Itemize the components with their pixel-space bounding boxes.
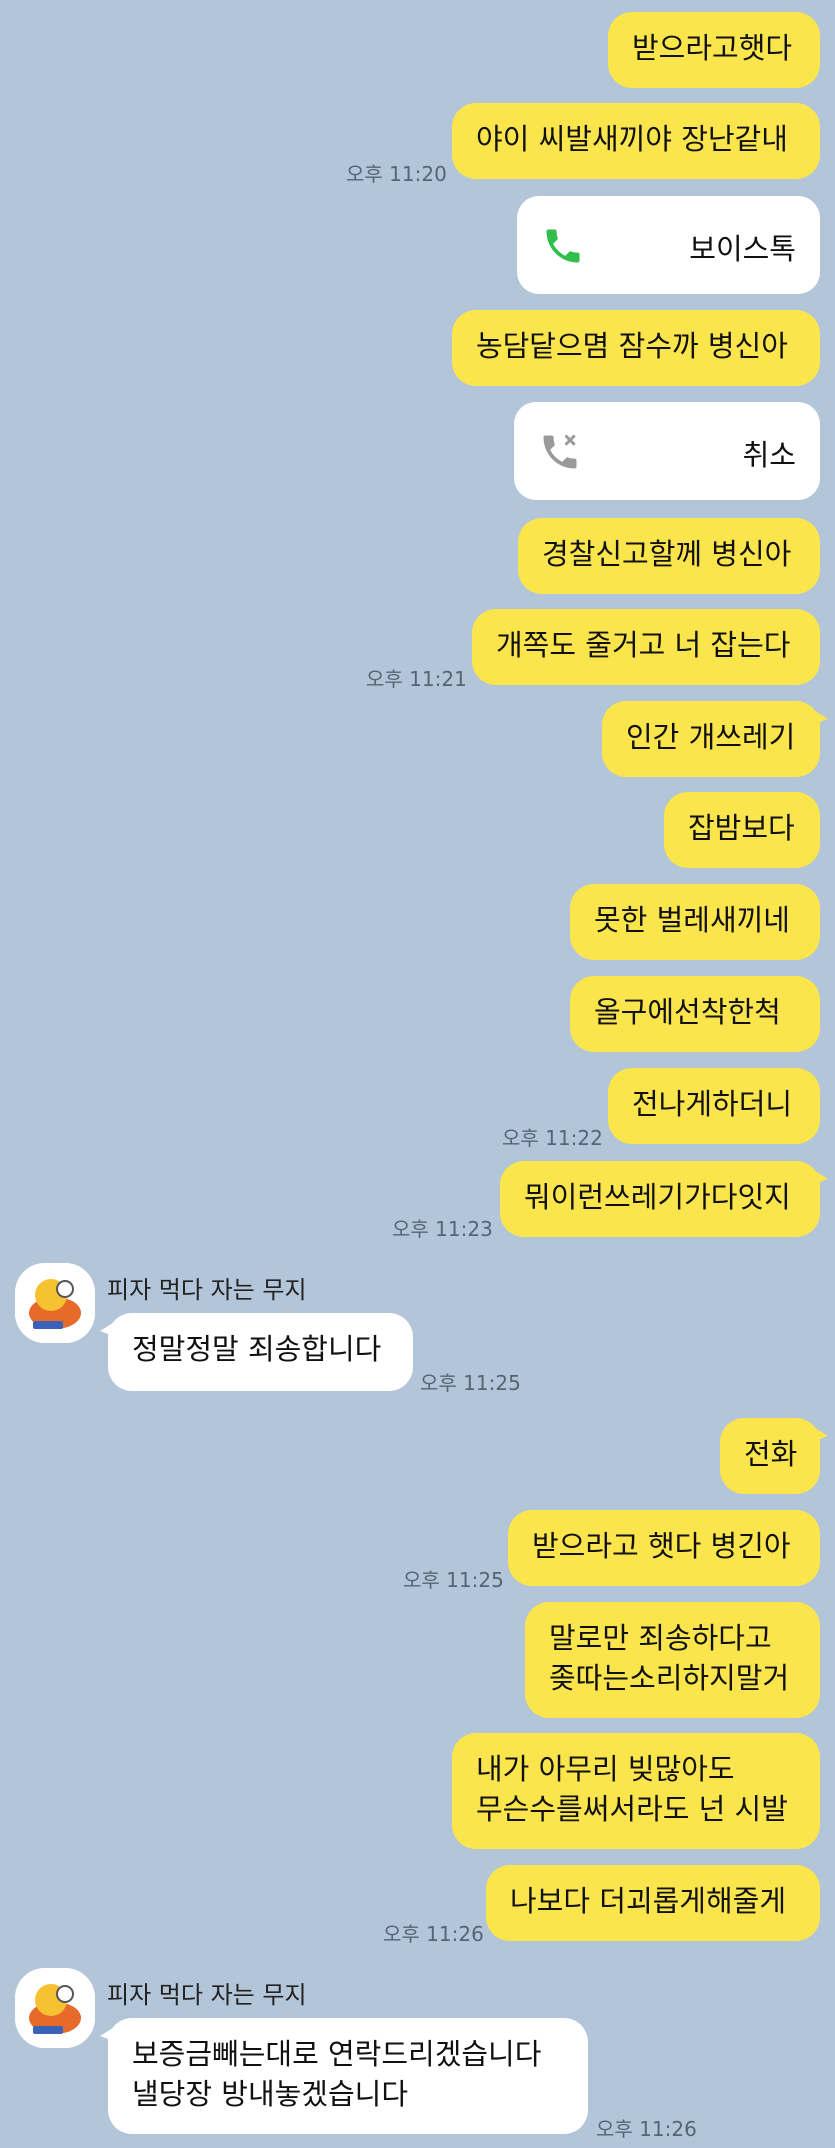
message-bubble: 개쪽도 줄거고 너 잡는다 xyxy=(472,609,820,685)
message-bubble: 야이 씨발새끼야 장난같내 xyxy=(452,103,820,179)
avatar-image xyxy=(15,1263,95,1343)
message-line: 내가 아무리 빚많아도 xyxy=(476,1752,735,1786)
cancelled-call-label: 취소 xyxy=(742,438,796,472)
message-bubble: 받으라고 햇다 병긴아 xyxy=(508,1510,820,1586)
timestamp: 오후 11:22 xyxy=(502,1126,603,1150)
message-bubble: 잡밤보다 xyxy=(664,792,820,868)
timestamp: 오후 11:23 xyxy=(392,1217,493,1241)
message-bubble: 보증금빼는대로 연락드리겠습니다 낼당장 방내놓겠습니다 xyxy=(100,2018,588,2134)
timestamp: 오후 11:26 xyxy=(383,1922,484,1946)
message-bubble: 받으라고햇다 xyxy=(608,12,820,88)
message-bubble: 전화 xyxy=(720,1418,828,1494)
timestamp: 오후 11:21 xyxy=(366,667,467,691)
phone-icon xyxy=(541,224,585,268)
voice-call-label: 보이스톡 xyxy=(689,232,796,266)
message-bubble: 내가 아무리 빚많아도 무슨수를써서라도 넌 시발 xyxy=(452,1733,820,1849)
message-line: 좆따는소리하지말거 xyxy=(549,1661,790,1695)
cancelled-call-card[interactable]: 취소 xyxy=(514,402,820,500)
chat-area: 받으라고햇다 오후 11:20 야이 씨발새끼야 장난같내 보이스톡 농담닽으몀… xyxy=(0,0,835,2148)
timestamp: 오후 11:20 xyxy=(346,162,447,186)
message-bubble: 나보다 더괴롭게해줄게 xyxy=(486,1865,820,1941)
message-bubble: 경찰신고할께 병신아 xyxy=(518,518,820,594)
message-bubble: 정말정말 죄송합니다 xyxy=(100,1313,413,1391)
voice-call-card[interactable]: 보이스톡 xyxy=(517,196,820,294)
message-bubble: 올구에선착한척 xyxy=(570,976,820,1052)
message-line: 낼당장 방내놓겠습니다 xyxy=(132,2077,409,2111)
message-bubble: 인간 개쓰레기 xyxy=(602,701,828,777)
timestamp: 오후 11:25 xyxy=(403,1568,504,1592)
message-bubble: 뭐이런쓰레기가다잇지 xyxy=(500,1161,828,1237)
missed-call-icon xyxy=(538,430,582,474)
message-bubble: 못한 벌레새끼네 xyxy=(570,884,820,960)
avatar[interactable] xyxy=(15,1968,95,2048)
message-bubble: 농담닽으몀 잠수까 병신아 xyxy=(452,310,820,386)
sender-name: 피자 먹다 자는 무지 xyxy=(107,1276,307,1304)
message-line: 보증금빼는대로 연락드리겠습니다 xyxy=(132,2037,542,2071)
message-bubble: 전나게하더니 xyxy=(608,1068,820,1144)
sender-name: 피자 먹다 자는 무지 xyxy=(107,1981,307,2009)
message-line: 말로만 죄송하다고 xyxy=(549,1621,772,1655)
timestamp: 오후 11:26 xyxy=(596,2117,697,2141)
avatar[interactable] xyxy=(15,1263,95,1343)
message-bubble: 말로만 죄송하다고 좆따는소리하지말거 xyxy=(525,1602,820,1718)
avatar-image xyxy=(15,1968,95,2048)
message-line: 무슨수를써서라도 넌 시발 xyxy=(476,1792,788,1826)
timestamp: 오후 11:25 xyxy=(420,1371,521,1395)
